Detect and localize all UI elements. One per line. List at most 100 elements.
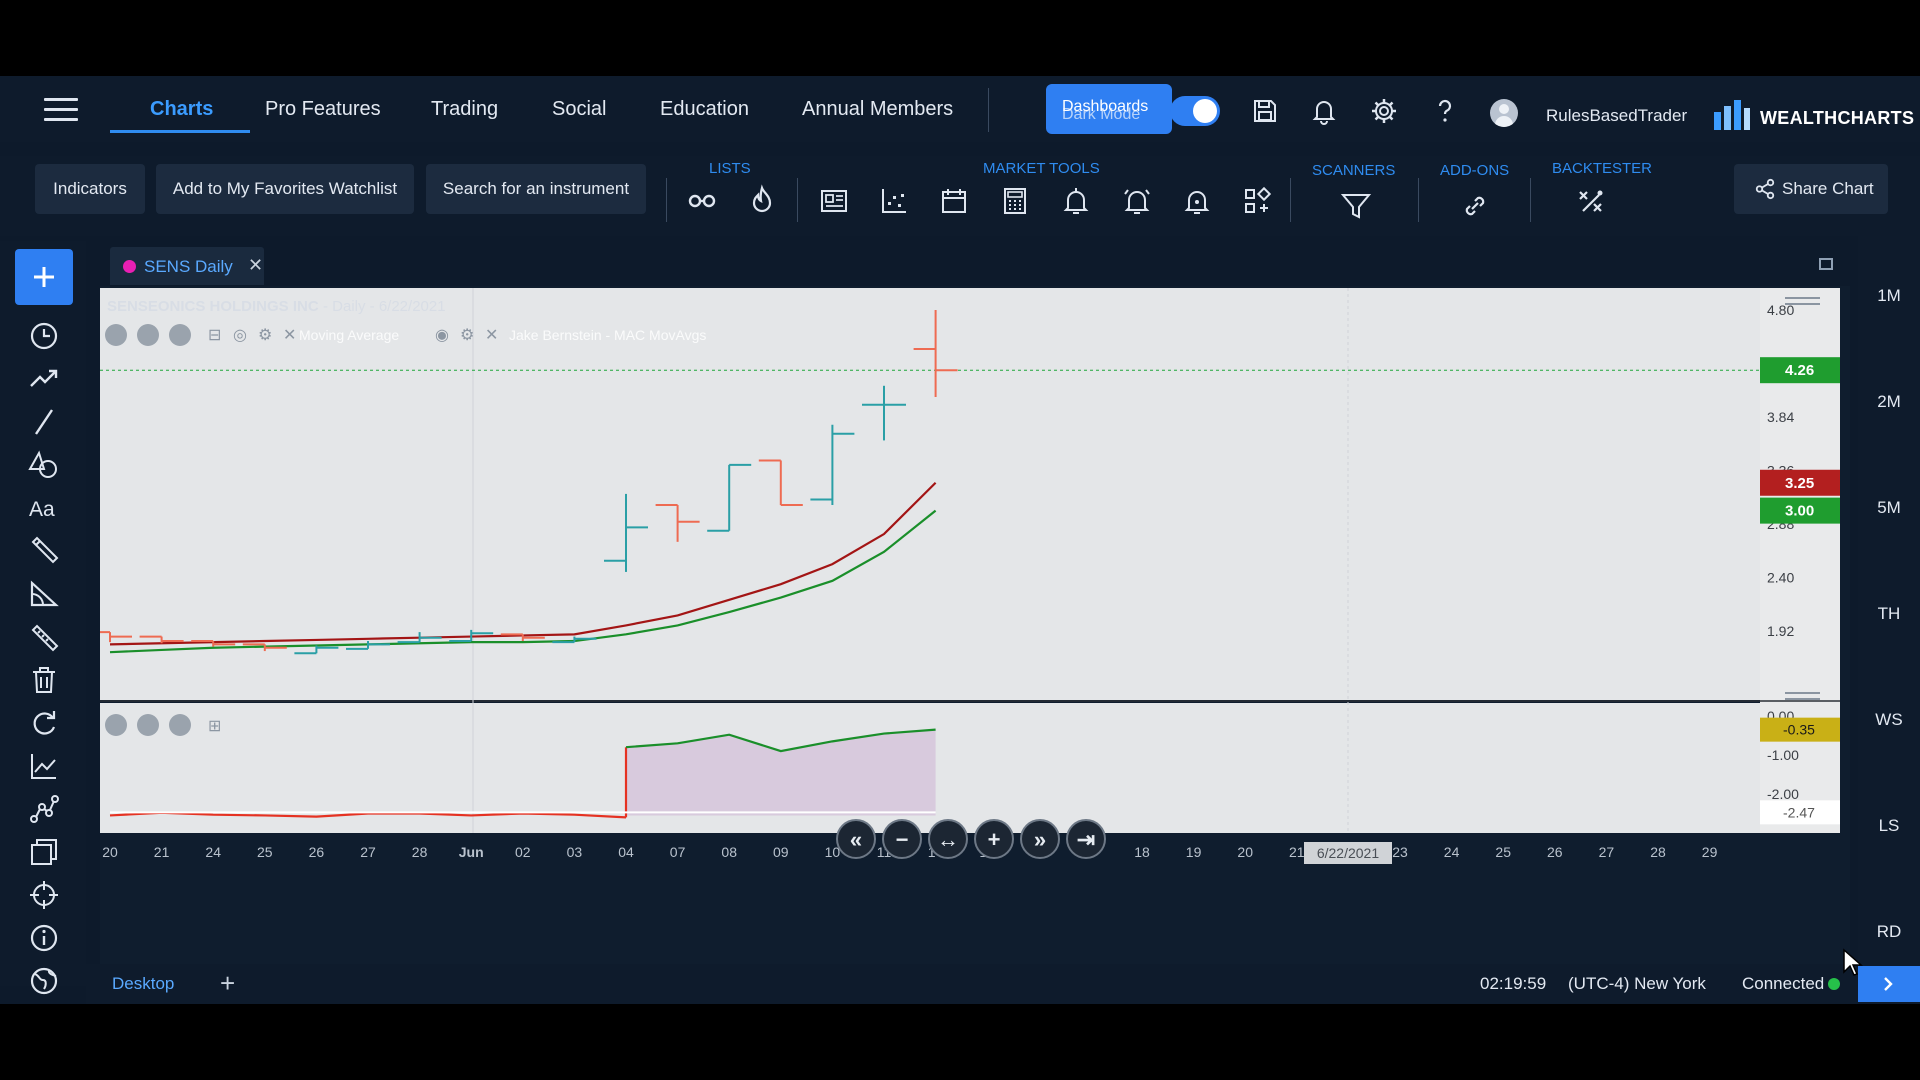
share-chart-button[interactable]: Share Chart: [1734, 164, 1888, 214]
jump-to-end-icon-glyph: ⇥: [1077, 827, 1095, 852]
add-workspace-button[interactable]: +: [220, 968, 235, 999]
hide-pane-icon[interactable]: [105, 714, 127, 736]
save-icon[interactable]: [1250, 96, 1280, 126]
angle-tool-icon[interactable]: [27, 577, 61, 611]
globe-icon[interactable]: [27, 964, 61, 998]
dark-mode-label: Dark Mode: [1062, 106, 1141, 123]
backtester-icon[interactable]: [1573, 184, 1607, 218]
menu-icon[interactable]: [44, 98, 78, 122]
timeframe-2m[interactable]: 2M: [1858, 392, 1920, 412]
nav-tab-social[interactable]: Social: [552, 98, 606, 121]
toolbar-divider: [1530, 178, 1531, 222]
dashboards-button[interactable]: Dashboards Dark Mode: [1046, 84, 1172, 134]
date-tick: 24: [205, 844, 221, 860]
collapse-icon[interactable]: ⊟: [208, 327, 221, 344]
link-icon[interactable]: [1458, 189, 1492, 223]
alert-bell-icon[interactable]: [1059, 184, 1093, 218]
glasses-icon[interactable]: [685, 184, 719, 218]
chart-subtitle: - Daily - 6/22/2021: [323, 298, 446, 315]
refresh-icon[interactable]: [27, 706, 61, 740]
path-tool-icon[interactable]: [27, 792, 61, 826]
date-tick: 23: [1392, 844, 1408, 860]
line-chart-icon[interactable]: [27, 749, 61, 783]
toolbar-divider: [666, 178, 667, 222]
next-panel-button[interactable]: [1858, 966, 1920, 1002]
bell-settings-icon[interactable]: [1180, 184, 1214, 218]
date-tick: 25: [257, 844, 273, 860]
shapes-icon[interactable]: [27, 448, 61, 482]
close-icon[interactable]: ✕: [283, 327, 296, 344]
crosshair-icon[interactable]: [27, 878, 61, 912]
study-label-moving-average[interactable]: Moving Average: [299, 327, 399, 343]
expand-pane-icon[interactable]: ⊞: [208, 718, 221, 735]
drawing-tools-sidebar: Aa: [0, 241, 86, 995]
oscillator-tick: -1.00: [1767, 747, 1799, 763]
date-tick: 27: [360, 844, 376, 860]
hide-icon[interactable]: ◎: [233, 327, 247, 344]
visible-icon[interactable]: ◉: [435, 327, 449, 344]
hide-pane-icon[interactable]: [105, 324, 127, 346]
help-icon[interactable]: [1430, 96, 1460, 126]
filter-icon[interactable]: [1339, 189, 1373, 223]
search-instrument-button[interactable]: Search for an instrument: [426, 164, 646, 214]
oscillator-badge-label: -2.47: [1783, 804, 1815, 820]
market-tools-group-label: MARKET TOOLS: [983, 160, 1100, 177]
scatter-chart-icon[interactable]: [877, 184, 911, 218]
nav-tab-trading[interactable]: Trading: [431, 98, 498, 121]
timeframe-th[interactable]: TH: [1858, 604, 1920, 624]
nav-tab-charts[interactable]: Charts: [150, 98, 213, 121]
grid-tools-icon[interactable]: [1240, 184, 1274, 218]
calculator-icon[interactable]: [998, 184, 1032, 218]
username[interactable]: RulesBasedTrader: [1546, 106, 1687, 126]
zoom-out-icon-glyph: −: [896, 827, 909, 852]
workspace-tab-desktop[interactable]: Desktop: [112, 974, 174, 994]
add-drawing-button[interactable]: [15, 249, 73, 305]
scanners-group-label: SCANNERS: [1312, 162, 1396, 179]
timeframe-ls[interactable]: LS: [1858, 816, 1920, 836]
gear-icon[interactable]: [1369, 96, 1399, 126]
study-label-mac-movavgs[interactable]: Jake Bernstein - MAC MovAvgs: [509, 327, 706, 343]
timeframe-ws[interactable]: WS: [1858, 710, 1920, 730]
dark-mode-toggle[interactable]: [1170, 96, 1220, 126]
trend-line-icon[interactable]: [27, 362, 61, 396]
alarm-bell-icon[interactable]: [1120, 184, 1154, 218]
date-tick: 26: [1547, 844, 1563, 860]
indicators-button[interactable]: Indicators: [35, 164, 145, 214]
move-up-icon[interactable]: [169, 714, 191, 736]
timeframe-5m[interactable]: 5M: [1858, 498, 1920, 518]
move-down-icon[interactable]: [137, 714, 159, 736]
date-tick: 19: [1186, 844, 1202, 860]
date-tick: 20: [102, 844, 118, 860]
nav-tab-education[interactable]: Education: [660, 98, 749, 121]
line-tool-icon[interactable]: [27, 405, 61, 439]
nav-divider: [988, 88, 989, 132]
nav-tab-annual-members[interactable]: Annual Members: [802, 98, 953, 121]
news-icon[interactable]: [817, 184, 851, 218]
timezone-selector[interactable]: (UTC-4) New York: [1568, 974, 1706, 994]
bell-icon[interactable]: [1309, 96, 1339, 126]
settings-icon[interactable]: ⚙: [258, 327, 272, 344]
scroll-far-left-icon-glyph: «: [850, 827, 862, 852]
ruler-icon[interactable]: [27, 620, 61, 654]
timeframe-rd[interactable]: RD: [1858, 922, 1920, 942]
date-tick: Jun: [459, 844, 484, 860]
add-to-watchlist-button[interactable]: Add to My Favorites Watchlist: [156, 164, 414, 214]
trash-icon[interactable]: [27, 663, 61, 697]
price-chart[interactable]: SENSEONICS HOLDINGS INC - Daily - 6/22/20…: [100, 241, 1850, 966]
close-icon[interactable]: ✕: [485, 327, 498, 344]
user-avatar[interactable]: [1490, 99, 1518, 127]
move-down-icon[interactable]: [137, 324, 159, 346]
text-tool-icon[interactable]: Aa: [27, 491, 61, 525]
flame-icon[interactable]: [745, 184, 779, 218]
price-badge-label: 4.26: [1785, 362, 1814, 379]
move-up-icon[interactable]: [169, 324, 191, 346]
timeframe-1m[interactable]: 1M: [1858, 286, 1920, 306]
nav-tab-pro-features[interactable]: Pro Features: [265, 98, 381, 121]
calendar-icon[interactable]: [937, 184, 971, 218]
date-tick: 03: [567, 844, 583, 860]
pencil-icon[interactable]: [27, 534, 61, 568]
layers-icon[interactable]: [27, 835, 61, 869]
clock-icon[interactable]: [27, 319, 61, 353]
settings-icon[interactable]: ⚙: [460, 327, 474, 344]
info-icon[interactable]: [27, 921, 61, 955]
